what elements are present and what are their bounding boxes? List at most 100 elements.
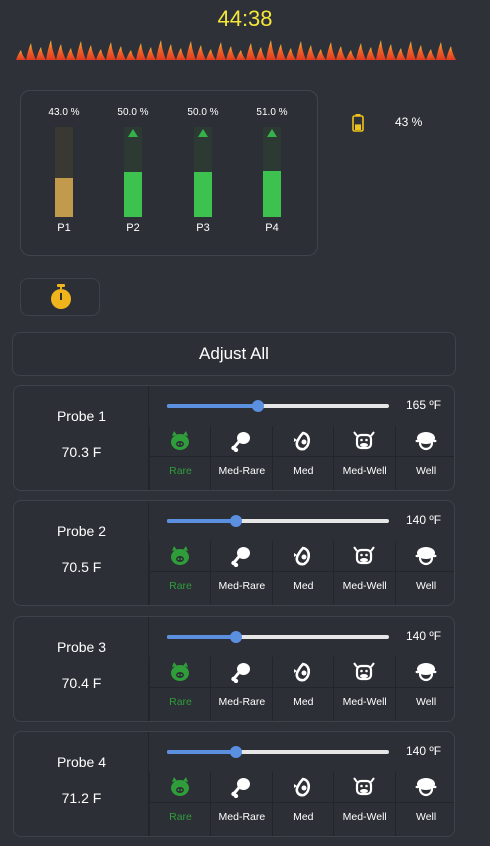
- stopwatch-button[interactable]: [20, 278, 100, 316]
- flame: [136, 43, 146, 60]
- doneness-label: Rare: [169, 465, 192, 477]
- flame: [266, 40, 276, 60]
- probe-bar-3: 50.0 % P3: [173, 91, 233, 251]
- doneness-icon-box: [150, 772, 211, 803]
- flame: [286, 48, 296, 60]
- doneness-icon-box: [395, 772, 454, 803]
- doneness-icon-box: [150, 657, 211, 688]
- target-temp-slider[interactable]: [167, 515, 389, 527]
- doneness-icon-box: [395, 426, 454, 457]
- doneness-icon-box: [272, 541, 334, 572]
- sheep-icon: [415, 547, 437, 566]
- probe-bar-label: P3: [196, 222, 210, 234]
- doneness-selector: Rare Med-Rare Med Med-Well Well: [149, 657, 454, 721]
- flames-banner: [16, 40, 456, 60]
- rising-arrow-icon: [267, 129, 277, 137]
- cow-icon: [353, 431, 375, 450]
- flame: [236, 50, 246, 60]
- doneness-option-med[interactable]: Med: [271, 657, 334, 721]
- doneness-icon-box: [272, 426, 334, 457]
- doneness-label: Rare: [169, 696, 192, 708]
- doneness-label: Med-Well: [342, 465, 387, 477]
- doneness-option-med-well[interactable]: Med-Well: [333, 426, 396, 490]
- doneness-label: Rare: [169, 580, 192, 592]
- doneness-option-med[interactable]: Med: [271, 426, 334, 490]
- doneness-icon-box: [334, 657, 396, 688]
- pig-icon: [171, 431, 189, 450]
- flame: [426, 49, 436, 60]
- probe-bar-track: [263, 127, 281, 217]
- doneness-icon-box: [211, 426, 273, 457]
- doneness-option-rare[interactable]: Rare: [149, 426, 211, 490]
- probe-bar-1: 43.0 % P1: [34, 91, 94, 251]
- doneness-option-med-rare[interactable]: Med-Rare: [210, 657, 273, 721]
- doneness-option-rare[interactable]: Rare: [149, 541, 211, 605]
- flame: [156, 40, 166, 60]
- probe-bar-4: 51.0 % P4: [242, 91, 302, 251]
- doneness-option-well[interactable]: Well: [394, 426, 454, 490]
- slider-thumb[interactable]: [229, 746, 242, 758]
- flame: [326, 42, 336, 60]
- flame: [166, 44, 176, 60]
- doneness-label: Well: [415, 696, 437, 708]
- doneness-option-rare[interactable]: Rare: [149, 657, 211, 721]
- flame: [296, 41, 306, 60]
- probe-bar-label: P4: [265, 222, 279, 234]
- probe-bar-fill: [55, 178, 73, 217]
- doneness-option-med[interactable]: Med: [271, 772, 334, 836]
- doneness-label: Med-Well: [342, 811, 387, 823]
- flame: [216, 42, 226, 60]
- probe-card-1: Probe 1 70.3 F 165 ºF Rare Med-Rare Med …: [13, 385, 455, 491]
- doneness-option-med[interactable]: Med: [271, 541, 334, 605]
- probe-bar-fill: [263, 171, 281, 217]
- chicken-leg-icon: [231, 778, 251, 798]
- pig-icon: [171, 777, 189, 796]
- cow-icon: [353, 777, 375, 796]
- doneness-option-med-rare[interactable]: Med-Rare: [210, 541, 273, 605]
- target-temperature: 140 ºF: [406, 513, 442, 527]
- doneness-label: Med-Well: [342, 696, 387, 708]
- probe-card-3: Probe 3 70.4 F 140 ºF Rare Med-Rare Med …: [13, 616, 455, 722]
- fish-icon: [293, 777, 310, 797]
- pig-icon: [171, 662, 189, 681]
- doneness-icon-box: [272, 772, 334, 803]
- slider-thumb[interactable]: [252, 400, 265, 412]
- flame: [76, 41, 86, 60]
- probe-bar-fill: [124, 172, 142, 217]
- battery-percent: 43 %: [395, 115, 423, 129]
- doneness-option-rare[interactable]: Rare: [149, 772, 211, 836]
- doneness-option-med-well[interactable]: Med-Well: [333, 541, 396, 605]
- target-temp-slider[interactable]: [167, 746, 389, 758]
- flame: [116, 46, 126, 60]
- cow-icon: [353, 662, 375, 681]
- fish-icon: [293, 431, 310, 451]
- doneness-option-med-rare[interactable]: Med-Rare: [210, 426, 273, 490]
- chicken-leg-icon: [231, 547, 251, 567]
- rising-arrow-icon: [198, 129, 208, 137]
- doneness-option-med-well[interactable]: Med-Well: [333, 772, 396, 836]
- probe-progress-panel: 43.0 % P1 50.0 % P2 50.0 % P3 51.0 % P4: [20, 90, 318, 256]
- doneness-icon-box: [150, 541, 211, 572]
- doneness-icon-box: [211, 772, 273, 803]
- doneness-icon-box: [334, 541, 396, 572]
- probe-info: Probe 1 70.3 F: [14, 386, 149, 490]
- probe-card-2: Probe 2 70.5 F 140 ºF Rare Med-Rare Med …: [13, 500, 455, 606]
- doneness-option-well[interactable]: Well: [394, 657, 454, 721]
- adjust-all-button[interactable]: Adjust All: [12, 332, 456, 376]
- doneness-option-med-rare[interactable]: Med-Rare: [210, 772, 273, 836]
- slider-thumb[interactable]: [229, 631, 242, 643]
- flame: [186, 41, 196, 60]
- target-temp-slider[interactable]: [167, 400, 389, 412]
- target-temp-slider[interactable]: [167, 631, 389, 643]
- doneness-icon-box: [334, 426, 396, 457]
- doneness-label: Med-Rare: [218, 811, 266, 823]
- doneness-option-med-well[interactable]: Med-Well: [333, 657, 396, 721]
- flame: [126, 50, 136, 60]
- slider-thumb[interactable]: [229, 515, 242, 527]
- sheep-icon: [415, 778, 437, 797]
- probe-card-4: Probe 4 71.2 F 140 ºF Rare Med-Rare Med …: [13, 731, 455, 837]
- doneness-icon-box: [395, 541, 454, 572]
- target-temperature: 140 ºF: [406, 744, 442, 758]
- doneness-option-well[interactable]: Well: [394, 772, 454, 836]
- doneness-option-well[interactable]: Well: [394, 541, 454, 605]
